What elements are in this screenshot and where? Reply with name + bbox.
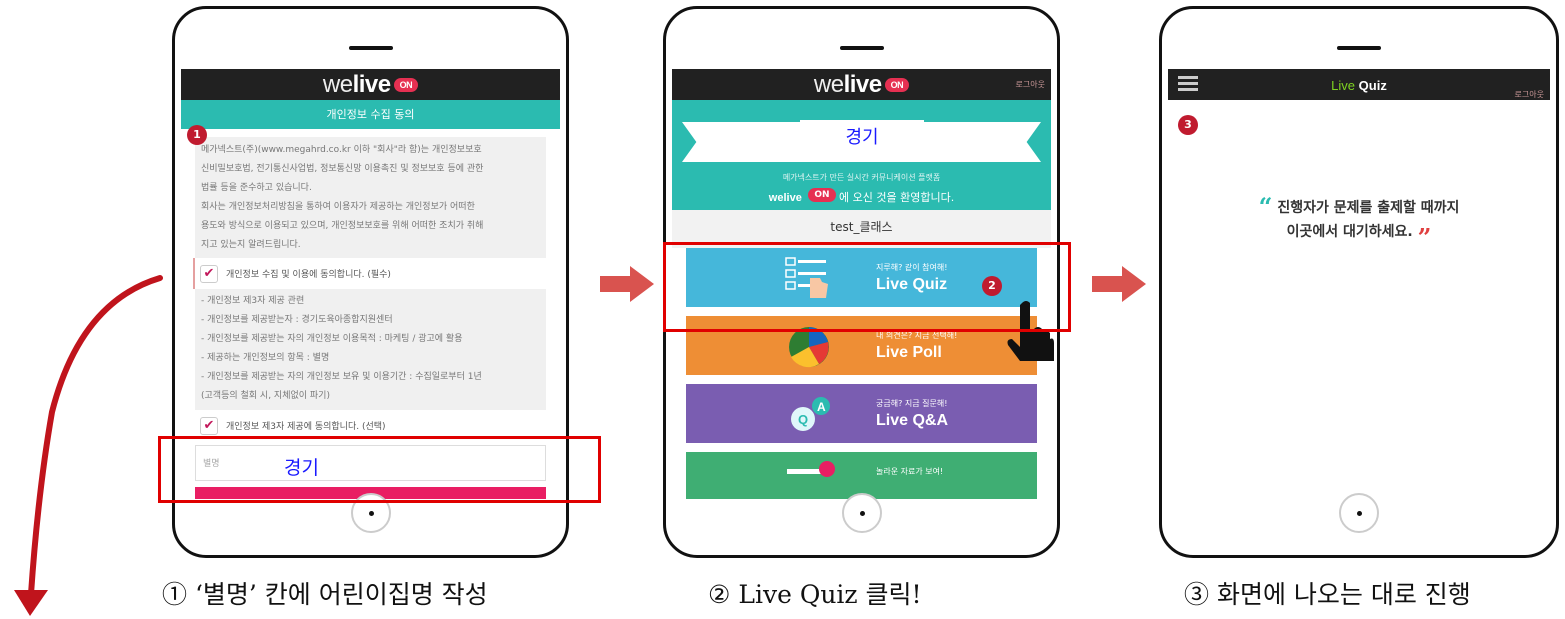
consent-required-label: 개인정보 수집 및 이용에 동의합니다. (필수) <box>226 270 391 280</box>
step-badge-1: 1 <box>187 125 207 145</box>
down-arrow-icon <box>14 275 163 616</box>
step-badge-3: 3 <box>1178 115 1198 135</box>
terms-line: - 개인정보 제3자 제공 관련 <box>201 296 305 306</box>
svg-text:A: A <box>817 400 826 414</box>
caption-step-1: ① ‘별명’ 칸에 어린이집명 작성 <box>162 580 488 609</box>
tile-title: Live Poll <box>876 344 942 361</box>
welcome-text: welive ON 에 오신 것을 환영합니다. <box>768 188 955 204</box>
consent-required-row[interactable]: ✔ 개인정보 수집 및 이용에 동의합니다. (필수) <box>193 258 546 289</box>
tile-title: Live Q&A <box>876 412 949 429</box>
quiz-header: Live Quiz 로그아웃 <box>1168 69 1550 100</box>
consent-screen: welive ON 개인정보 수집 동의 1 메가넥스트(주)(www.megah… <box>181 69 560 499</box>
app-header: welive ON <box>181 69 560 100</box>
consent-optional-label: 개인정보 제3자 제공에 동의합니다. (선택) <box>226 422 386 432</box>
caption-step-3: ③ 화면에 나오는 대로 진행 <box>1184 580 1471 609</box>
terms-line: - 개인정보를 제공받는 자의 개인정보 이용목적 : 마케팅 / 광고에 활용 <box>201 334 463 344</box>
phone-speaker <box>1337 46 1381 50</box>
terms-line: 지고 있는지 알려드립니다. <box>201 240 301 250</box>
terms-line: 신비밀보호법, 전기통신사업법, 정보통신망 이용촉진 및 정보보호 등에 관한 <box>201 164 484 174</box>
phone-speaker <box>839 46 884 50</box>
waiting-message: “ 진행자가 문제를 출제할 때까지 이곳에서 대기하세요. ” <box>1258 192 1460 252</box>
logout-link[interactable]: 로그아웃 <box>1016 79 1045 90</box>
pin-icon <box>787 461 835 477</box>
menu-icon[interactable] <box>1178 76 1198 92</box>
terms-line: 회사는 개인정보처리방침을 통하여 이용자가 제공하는 개인정보가 어떠한 <box>201 202 475 212</box>
app-header: welive ON 로그아웃 <box>672 69 1051 100</box>
caption-step-2: ② Live Quiz 클릭! <box>708 580 922 609</box>
quiz-title: Live Quiz <box>1331 78 1387 93</box>
home-button[interactable] <box>1339 493 1379 533</box>
welive-logo: welive ON <box>323 71 419 98</box>
extra-activity-tile[interactable]: 놀라운 자료가 보여! <box>686 452 1037 499</box>
terms-line: - 개인정보를 제공받는 자의 개인정보 보유 및 이용기간 : 수집일로부터 … <box>201 372 482 382</box>
terms-line: - 개인정보를 제공받는자 : 경기도육아종합지원센터 <box>201 315 393 325</box>
close-quote-icon: ” <box>1417 223 1432 252</box>
quiz-wait-screen: Live Quiz 로그아웃 3 “ 진행자가 문제를 출제할 때까지 이곳에서… <box>1168 69 1550 499</box>
tile-subtitle: 놀라운 자료가 보여! <box>876 467 944 476</box>
welcome-banner: 경기 메가넥스트가 만든 실시간 커뮤니케이션 플랫폼 welive ON 에 … <box>672 100 1051 210</box>
welive-logo: welive ON <box>814 71 910 98</box>
step-arrow-icon <box>1092 266 1146 302</box>
ribbon-class-label: 경기 <box>800 120 924 156</box>
phone-frame-3: Live Quiz 로그아웃 3 “ 진행자가 문제를 출제할 때까지 이곳에서… <box>1159 6 1559 558</box>
home-button[interactable] <box>841 493 882 533</box>
consent-required-checkbox[interactable]: ✔ <box>200 264 218 283</box>
privacy-terms-box[interactable]: 메가넥스트(주)(www.megahrd.co.kr 이하 "회사"라 함)는 … <box>195 137 546 258</box>
welcome-subtitle: 메가넥스트가 만든 실시간 커뮤니케이션 플랫폼 <box>782 173 941 182</box>
third-party-terms-box[interactable]: - 개인정보 제3자 제공 관련 - 개인정보를 제공받는자 : 경기도육아종합… <box>195 289 546 410</box>
consent-optional-checkbox[interactable]: ✔ <box>200 416 218 435</box>
live-quiz-highlight-box <box>663 242 1071 332</box>
logout-link[interactable]: 로그아웃 <box>1515 79 1544 110</box>
phone-speaker <box>348 46 393 50</box>
tile-subtitle: 궁금해? 지금 질문해! <box>876 399 948 408</box>
open-quote-icon: “ <box>1258 192 1273 221</box>
terms-line: - 제공하는 개인정보의 항목 : 별명 <box>201 353 330 363</box>
svg-text:Q: Q <box>798 412 808 427</box>
page-title: 개인정보 수집 동의 <box>181 100 560 129</box>
terms-line: 메가넥스트(주)(www.megahrd.co.kr 이하 "회사"라 함)는 … <box>201 145 482 155</box>
terms-line: 용도와 방식으로 이용되고 있으며, 개인정보보호를 위해 어떠한 조치가 취해 <box>201 221 484 231</box>
terms-line: 법률 등을 준수하고 있습니다. <box>201 183 312 193</box>
terms-line: (고객등의 철회 시, 지체없이 파기) <box>201 391 330 401</box>
speech-bubble-icon: Q A <box>791 397 830 431</box>
step-arrow-icon <box>600 266 654 302</box>
nickname-highlight-box <box>158 436 601 503</box>
live-qa-tile[interactable]: Q A 궁금해? 지금 질문해! Live Q&A <box>686 384 1037 443</box>
